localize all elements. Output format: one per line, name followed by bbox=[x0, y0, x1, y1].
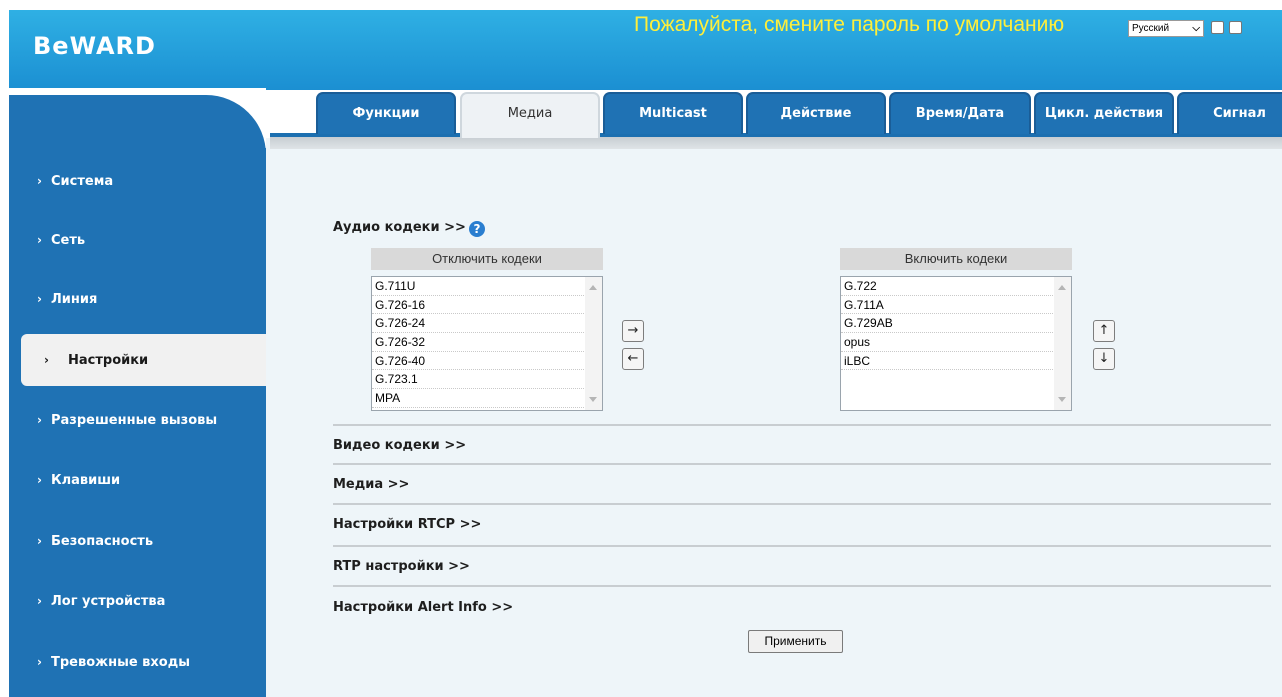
language-select[interactable]: Русский ⌵ bbox=[1128, 20, 1204, 37]
media-title[interactable]: Медиа >> bbox=[333, 477, 409, 492]
move-down-button[interactable]: ↓ bbox=[1093, 348, 1115, 370]
tab-multicast[interactable]: Multicast bbox=[603, 92, 743, 134]
audio-codecs-label: Аудио кодеки >> bbox=[333, 220, 466, 235]
codec-option[interactable]: G.726-24 bbox=[372, 314, 584, 334]
codec-option[interactable]: iLBC bbox=[841, 352, 1053, 371]
codec-option[interactable]: G.711U bbox=[372, 277, 584, 296]
tab-media[interactable]: Медиа bbox=[460, 92, 600, 138]
default-password-warning: Пожалуйста, смените пароль по умолчанию bbox=[634, 13, 1065, 36]
codec-option[interactable]: G.729AB bbox=[841, 314, 1053, 334]
sidebar-item-network[interactable]: › Сеть bbox=[9, 214, 266, 266]
chevron-right-icon: › bbox=[37, 174, 42, 188]
sidebar-item-settings[interactable]: › Настройки bbox=[21, 334, 266, 386]
tab-signal-label: Сигнал bbox=[1213, 106, 1266, 121]
help-icon[interactable]: ? bbox=[468, 221, 485, 237]
tab-action[interactable]: Действие bbox=[746, 92, 886, 134]
chevron-right-icon: › bbox=[37, 473, 42, 487]
apply-button[interactable]: Применить bbox=[748, 630, 843, 653]
enabled-codecs-header: Включить кодеки bbox=[840, 248, 1072, 270]
move-left-button[interactable]: ← bbox=[622, 348, 644, 370]
tab-bar-underline bbox=[270, 133, 1282, 149]
chevron-down-icon: ⌵ bbox=[1192, 23, 1200, 34]
tab-functions[interactable]: Функции bbox=[316, 92, 456, 134]
sidebar-item-label: Клавиши bbox=[51, 473, 121, 488]
sidebar-item-security[interactable]: › Безопасность bbox=[9, 515, 266, 567]
divider bbox=[333, 463, 1271, 465]
divider bbox=[333, 545, 1271, 547]
list-scrollbar[interactable] bbox=[585, 277, 602, 410]
sidebar-item-label: Линия bbox=[51, 292, 98, 307]
scroll-down-icon[interactable] bbox=[1058, 397, 1066, 402]
chevron-right-icon: › bbox=[37, 655, 42, 669]
divider bbox=[333, 503, 1271, 505]
divider bbox=[333, 585, 1271, 587]
chevron-right-icon: › bbox=[37, 534, 42, 548]
beward-logo: BeWARD bbox=[33, 32, 156, 60]
tab-cycle-actions[interactable]: Цикл. действия bbox=[1034, 92, 1174, 134]
scroll-up-icon[interactable] bbox=[1058, 285, 1066, 290]
tab-signal[interactable]: Сигнал bbox=[1177, 92, 1282, 134]
chevron-right-icon: › bbox=[37, 292, 42, 306]
sidebar-curve bbox=[9, 95, 266, 155]
language-value: Русский bbox=[1132, 23, 1170, 34]
tab-time-date[interactable]: Время/Дата bbox=[889, 92, 1031, 134]
sidebar-item-label: Безопасность bbox=[51, 534, 154, 549]
move-up-button[interactable]: ↑ bbox=[1093, 320, 1115, 342]
sidebar-item-label: Сеть bbox=[51, 233, 86, 248]
chevron-right-icon: › bbox=[37, 233, 42, 247]
codec-option[interactable]: G.726-16 bbox=[372, 296, 584, 315]
codec-option[interactable]: G.726-40 bbox=[372, 352, 584, 371]
chevron-right-icon: › bbox=[44, 353, 49, 367]
enabled-codecs-list[interactable]: G.722 G.711A G.729AB opus iLBC bbox=[840, 276, 1072, 411]
codec-option[interactable]: G.711A bbox=[841, 296, 1053, 315]
codec-option[interactable]: MPA bbox=[372, 389, 584, 408]
alert-info-title[interactable]: Настройки Alert Info >> bbox=[333, 600, 513, 615]
move-right-button[interactable]: → bbox=[622, 320, 644, 342]
header-checkbox-2[interactable] bbox=[1229, 21, 1242, 34]
audio-codecs-title[interactable]: Аудио кодеки >>? bbox=[333, 220, 485, 237]
chevron-right-icon: › bbox=[37, 413, 42, 427]
codec-option[interactable]: G.722 bbox=[841, 277, 1053, 296]
sidebar-item-keys[interactable]: › Клавиши bbox=[9, 454, 266, 506]
scroll-down-icon[interactable] bbox=[589, 397, 597, 402]
chevron-right-icon: › bbox=[37, 594, 42, 608]
video-codecs-title[interactable]: Видео кодеки >> bbox=[333, 438, 466, 453]
rtcp-settings-title[interactable]: Настройки RTCP >> bbox=[333, 517, 481, 532]
sidebar-item-label: Тревожные входы bbox=[51, 655, 190, 670]
sidebar-item-alarm-inputs[interactable]: › Тревожные входы bbox=[9, 636, 266, 688]
header-bar: BeWARD Пожалуйста, смените пароль по умо… bbox=[9, 10, 1282, 90]
sidebar-item-allowed-calls[interactable]: › Разрешенные вызовы bbox=[9, 394, 266, 446]
sidebar-item-line[interactable]: › Линия bbox=[9, 273, 266, 325]
codec-option[interactable]: G.726-32 bbox=[372, 333, 584, 352]
sidebar-item-label: Настройки bbox=[68, 353, 149, 368]
divider bbox=[333, 424, 1271, 426]
sidebar-item-label: Лог устройства bbox=[51, 594, 166, 609]
sidebar-item-label: Разрешенные вызовы bbox=[51, 413, 218, 428]
rtp-settings-title[interactable]: RTP настройки >> bbox=[333, 559, 470, 574]
list-scrollbar[interactable] bbox=[1054, 277, 1071, 410]
header-checkbox[interactable] bbox=[1211, 21, 1224, 34]
disabled-codecs-list[interactable]: G.711U G.726-16 G.726-24 G.726-32 G.726-… bbox=[371, 276, 603, 411]
codec-option[interactable]: G.723.1 bbox=[372, 370, 584, 390]
sidebar-item-label: Система bbox=[51, 174, 114, 189]
sidebar-item-system[interactable]: › Система bbox=[9, 155, 266, 207]
disabled-codecs-header: Отключить кодеки bbox=[371, 248, 603, 270]
sidebar-item-device-log[interactable]: › Лог устройства bbox=[9, 575, 266, 627]
codec-option[interactable]: opus bbox=[841, 333, 1053, 352]
scroll-up-icon[interactable] bbox=[589, 285, 597, 290]
